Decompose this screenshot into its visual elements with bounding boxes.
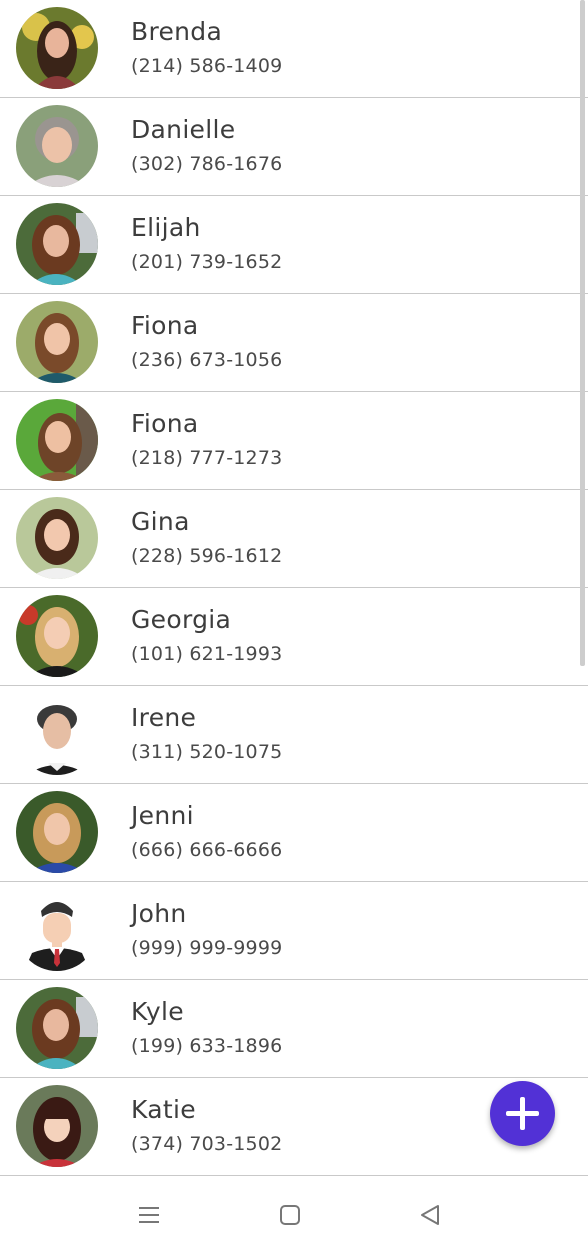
- contact-phone: (311) 520-1075: [131, 741, 283, 763]
- plus-icon: [506, 1097, 539, 1130]
- home-square-icon: [280, 1205, 300, 1225]
- contact-name: Jenni: [131, 801, 194, 830]
- contact-row[interactable]: Fiona (218) 777-1273: [0, 392, 588, 490]
- avatar[interactable]: [16, 301, 98, 383]
- avatar[interactable]: [16, 497, 98, 579]
- contact-row[interactable]: Kyle (199) 633-1896: [0, 980, 588, 1078]
- back-button[interactable]: [415, 1200, 445, 1230]
- contact-name: Elijah: [131, 213, 201, 242]
- add-contact-button[interactable]: [490, 1081, 555, 1146]
- contact-phone: (999) 999-9999: [131, 937, 283, 959]
- contact-name: Fiona: [131, 409, 199, 438]
- avatar[interactable]: [16, 1085, 98, 1167]
- contacts-screen: Brenda (214) 586-1409 Danielle (302) 786…: [0, 0, 588, 1251]
- avatar[interactable]: [16, 889, 98, 971]
- menu-button[interactable]: [134, 1200, 164, 1230]
- contact-row[interactable]: Fiona (236) 673-1056: [0, 294, 588, 392]
- contact-name: Irene: [131, 703, 197, 732]
- contact-row[interactable]: Elijah (201) 739-1652: [0, 196, 588, 294]
- contact-phone: (666) 666-6666: [131, 839, 283, 861]
- contact-row[interactable]: Irene (311) 520-1075: [0, 686, 588, 784]
- contact-list[interactable]: Brenda (214) 586-1409 Danielle (302) 786…: [0, 0, 588, 1178]
- contact-phone: (101) 621-1993: [131, 643, 283, 665]
- contact-phone: (228) 596-1612: [131, 545, 283, 567]
- contact-row[interactable]: John (999) 999-9999: [0, 882, 588, 980]
- contact-name: John: [131, 899, 187, 928]
- contact-name: Brenda: [131, 17, 223, 46]
- avatar[interactable]: [16, 7, 98, 89]
- system-navigation-bar: [0, 1178, 588, 1251]
- back-triangle-icon: [421, 1205, 439, 1225]
- contact-phone: (201) 739-1652: [131, 251, 283, 273]
- contact-phone: (214) 586-1409: [131, 55, 283, 77]
- contact-name: Danielle: [131, 115, 236, 144]
- contact-name: Fiona: [131, 311, 199, 340]
- contact-phone: (218) 777-1273: [131, 447, 283, 469]
- avatar[interactable]: [16, 595, 98, 677]
- contact-phone: (374) 703-1502: [131, 1133, 283, 1155]
- menu-icon: [139, 1207, 159, 1223]
- avatar[interactable]: [16, 693, 98, 775]
- scrollbar[interactable]: [580, 0, 585, 666]
- avatar[interactable]: [16, 791, 98, 873]
- contact-row[interactable]: Georgia (101) 621-1993: [0, 588, 588, 686]
- contact-name: Gina: [131, 507, 190, 536]
- contact-row[interactable]: Jenni (666) 666-6666: [0, 784, 588, 882]
- contact-name: Georgia: [131, 605, 232, 634]
- avatar[interactable]: [16, 203, 98, 285]
- contact-phone: (302) 786-1676: [131, 153, 283, 175]
- home-button[interactable]: [275, 1200, 305, 1230]
- contact-name: Kyle: [131, 997, 184, 1026]
- contact-row[interactable]: Gina (228) 596-1612: [0, 490, 588, 588]
- contact-row[interactable]: Danielle (302) 786-1676: [0, 98, 588, 196]
- avatar[interactable]: [16, 399, 98, 481]
- contact-phone: (199) 633-1896: [131, 1035, 283, 1057]
- contact-name: Katie: [131, 1095, 196, 1124]
- avatar[interactable]: [16, 105, 98, 187]
- contact-row[interactable]: Brenda (214) 586-1409: [0, 0, 588, 98]
- contact-phone: (236) 673-1056: [131, 349, 283, 371]
- avatar[interactable]: [16, 987, 98, 1069]
